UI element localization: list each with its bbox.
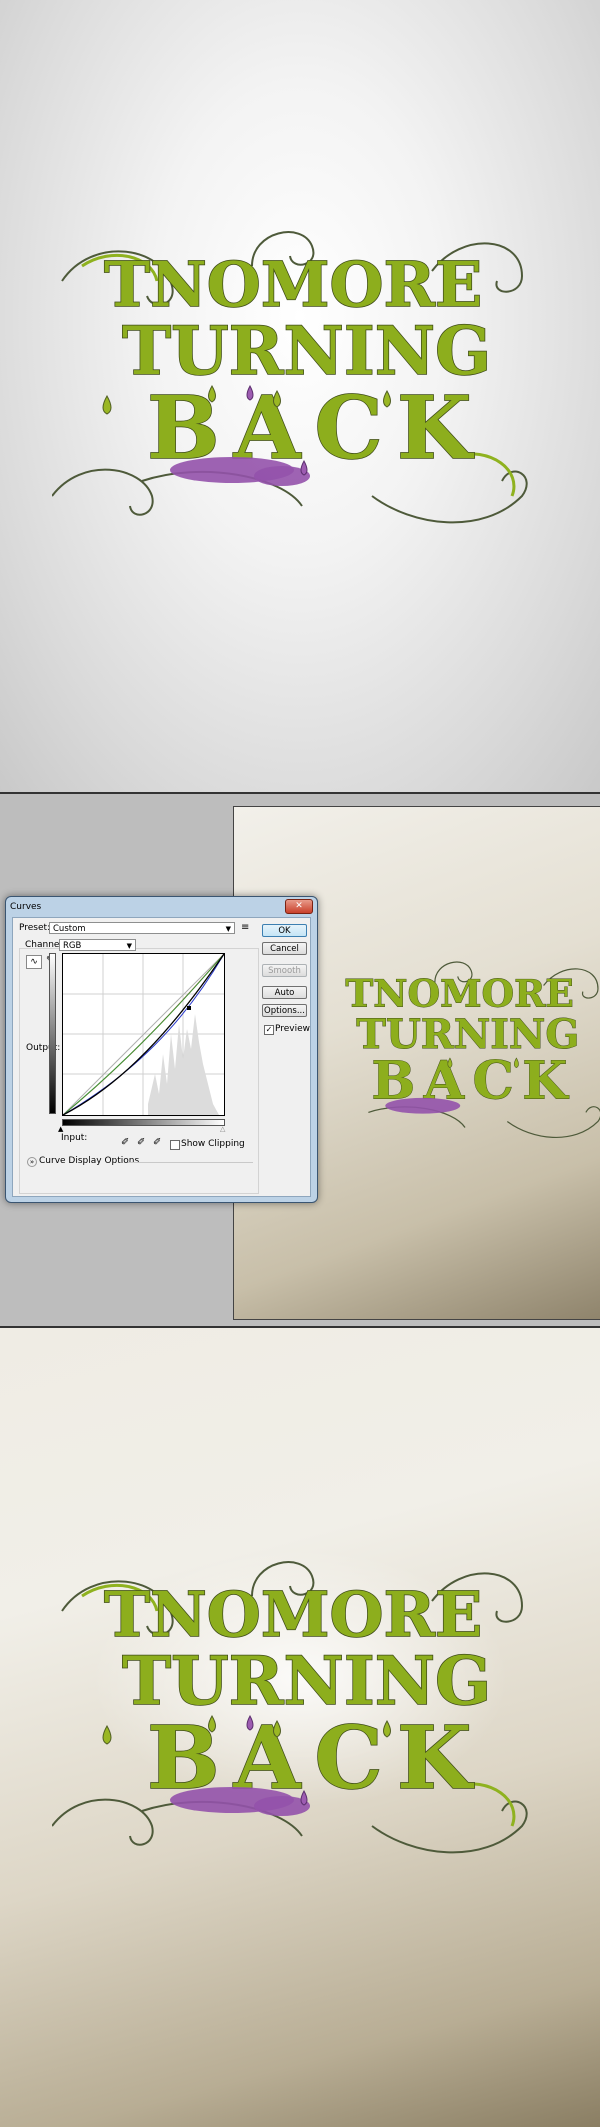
artwork-panel-result: TNOMORE TURNING BACK [0, 1328, 600, 2127]
black-point-slider[interactable]: ▲ [58, 1125, 63, 1133]
typography-artwork-preview: TNOMORE TURNING BACK [314, 957, 600, 1147]
preset-options-icon[interactable]: ≡ [241, 922, 249, 933]
artwork-line-1: TNOMORE [104, 248, 482, 321]
curve-point-tool-icon[interactable]: ∿ [26, 955, 42, 969]
channel-value: RGB [63, 941, 82, 951]
curves-dialog[interactable]: Curves ✕ Preset: Custom ▼ ≡ OK Cancel Sm… [5, 896, 318, 1203]
input-label: Input: [61, 1133, 88, 1143]
gray-eyedropper-icon[interactable]: ✐ [137, 1137, 145, 1149]
curve-display-options-label[interactable]: Curve Display Options [39, 1156, 139, 1166]
white-point-slider[interactable]: △ [220, 1125, 225, 1133]
show-clipping-label: Show Clipping [181, 1139, 245, 1149]
typography-artwork: TNOMORE TURNING BACK [52, 226, 532, 536]
channel-select[interactable]: RGB ▼ [59, 939, 136, 951]
options-button[interactable]: Options... [262, 1004, 307, 1017]
preset-select[interactable]: Custom ▼ [49, 922, 235, 934]
artwork-panel-original: TNOMORE TURNING BACK [0, 0, 600, 792]
preview-label: Preview [275, 1024, 311, 1034]
white-eyedropper-icon[interactable]: ✐ [153, 1137, 161, 1149]
expand-icon[interactable]: » [27, 1157, 37, 1167]
preset-value: Custom [53, 924, 86, 934]
curves-graph[interactable] [62, 953, 225, 1116]
close-button[interactable]: ✕ [285, 899, 313, 914]
chevron-down-icon: ▼ [126, 942, 132, 950]
auto-button[interactable]: Auto [262, 986, 307, 999]
dialog-body: Preset: Custom ▼ ≡ OK Cancel Smooth Auto… [12, 917, 311, 1197]
ok-button[interactable]: OK [262, 924, 307, 937]
preview-checkbox[interactable]: ✓ [264, 1025, 274, 1035]
typography-artwork-result: TNOMORE TURNING BACK [52, 1556, 532, 1866]
input-gradient-bar [62, 1119, 225, 1126]
artwork-result-line-1: TNOMORE [104, 1578, 482, 1651]
black-eyedropper-icon[interactable]: ✐ [121, 1137, 129, 1149]
dialog-title: Curves [10, 902, 42, 912]
output-gradient-bar [49, 953, 56, 1114]
smooth-button[interactable]: Smooth [262, 964, 307, 977]
divider [128, 1162, 253, 1163]
preset-label: Preset: [19, 923, 51, 933]
artwork-preview-line-1: TNOMORE [345, 972, 573, 1016]
show-clipping-checkbox[interactable] [170, 1140, 180, 1150]
cancel-button[interactable]: Cancel [262, 942, 307, 955]
chevron-down-icon: ▼ [225, 925, 231, 933]
